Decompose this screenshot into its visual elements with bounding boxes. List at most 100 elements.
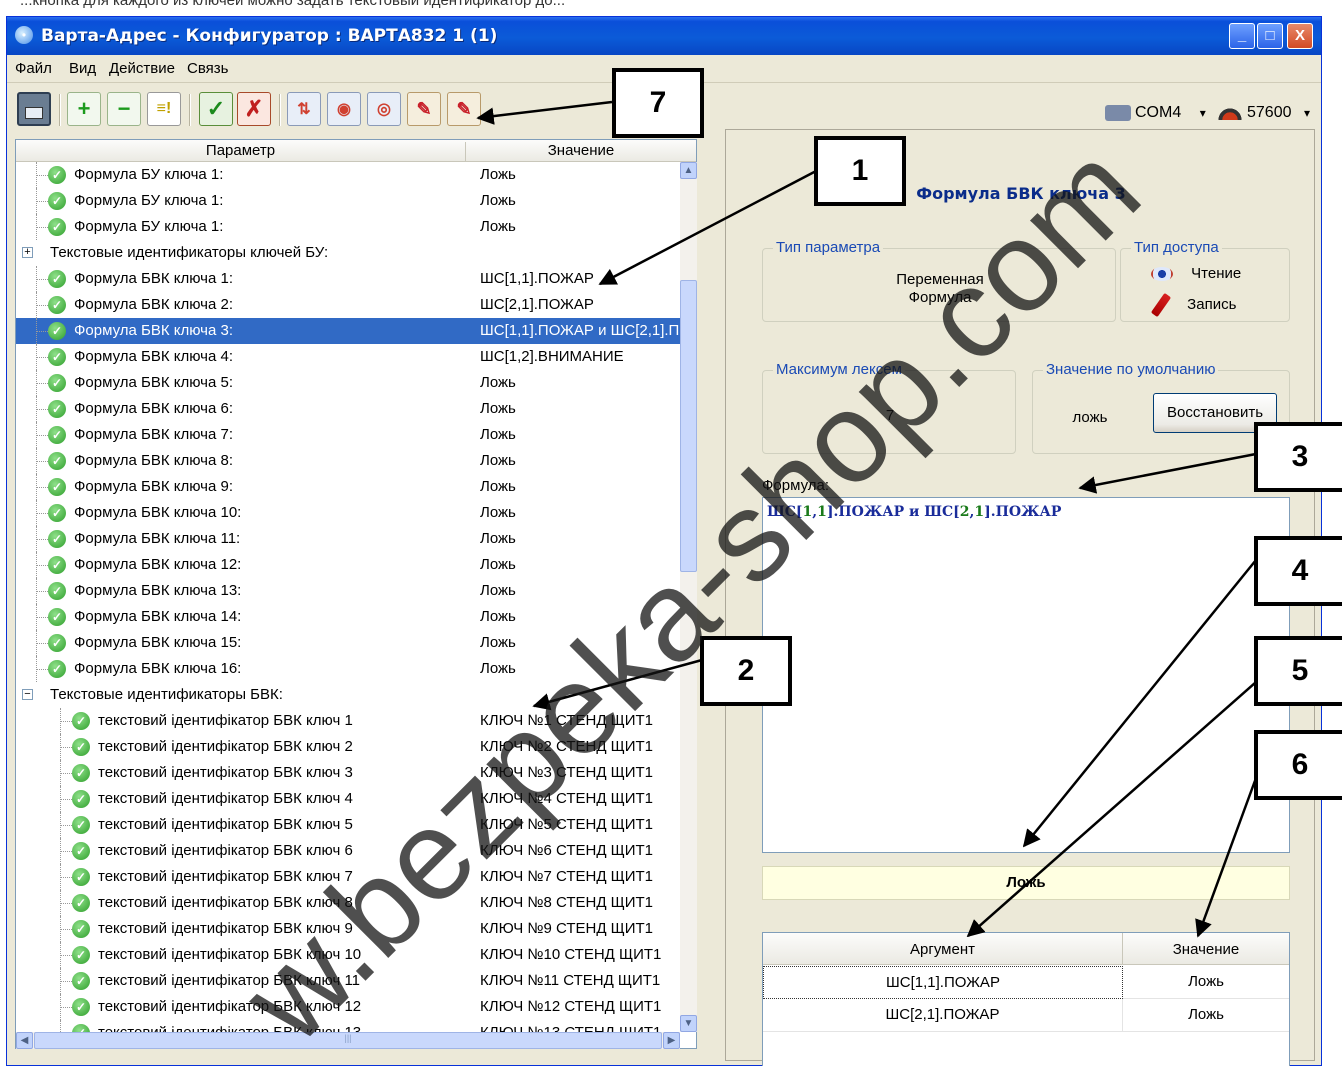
column-header-arg-value[interactable]: Значение xyxy=(1123,933,1289,965)
tree-row[interactable]: ✓ Формула БВК ключа 8: Ложь xyxy=(16,448,680,474)
tree-row[interactable]: ✓ Формула БВК ключа 9: Ложь xyxy=(16,474,680,500)
read-all-icon[interactable]: ⇅ xyxy=(287,92,321,126)
argument-value-cell[interactable]: Ложь xyxy=(1123,999,1289,1032)
tree-row[interactable]: ✓ Формула БВК ключа 11: Ложь xyxy=(16,526,680,552)
tree-row[interactable]: ✓ Формула БВК ключа 2: ШС[2,1].ПОЖАР xyxy=(16,292,680,318)
tree-group-node[interactable]: − Текстовые идентификаторы БВК: xyxy=(16,682,680,708)
minimize-button[interactable]: _ xyxy=(1229,23,1255,49)
tree-row-value[interactable]: КЛЮЧ №13 СТЕНД ЩИТ1 xyxy=(480,1024,661,1032)
tree-row[interactable]: ✓ Формула БУ ключа 1: Ложь xyxy=(16,214,680,240)
formula-editor[interactable]: ШС[1,1].ПОЖАР и ШС[2,1].ПОЖАР xyxy=(762,497,1290,853)
tree-group-node[interactable]: + Текстовые идентификаторы ключей БУ: xyxy=(16,240,680,266)
add-icon[interactable]: + xyxy=(67,92,101,126)
tree-row[interactable]: ✓ текстовий ідентифікатор БВК ключ 10 КЛЮЧ… xyxy=(16,942,680,968)
menu-file[interactable]: Файл xyxy=(15,60,52,77)
tree-row-value[interactable]: КЛЮЧ №4 СТЕНД ЩИТ1 xyxy=(480,790,653,807)
expand-icon[interactable]: + xyxy=(22,247,33,258)
scroll-thumb-horizontal[interactable]: ||| xyxy=(34,1032,662,1049)
com-port-selector[interactable]: COM4 ▾ xyxy=(1105,104,1206,122)
tree-row-value[interactable]: Ложь xyxy=(480,504,516,521)
tree-row-value[interactable]: Ложь xyxy=(480,582,516,599)
scroll-left-icon[interactable]: ◀ xyxy=(16,1032,33,1049)
tree-row[interactable]: ✓ Формула БВК ключа 4: ШС[1,2].ВНИМАНИЕ xyxy=(16,344,680,370)
tree-row[interactable]: ✓ Формула БВК ключа 13: Ложь xyxy=(16,578,680,604)
tree-row-value[interactable]: Ложь xyxy=(480,400,516,417)
menu-connection[interactable]: Связь xyxy=(187,60,228,77)
tree-row-value[interactable]: Ложь xyxy=(480,452,516,469)
scroll-right-icon[interactable]: ▶ xyxy=(663,1032,680,1049)
tree-row[interactable]: ✓ текстовий ідентифікатор БВК ключ 2 КЛЮЧ … xyxy=(16,734,680,760)
tree-row[interactable]: ✓ Формула БВК ключа 15: Ложь xyxy=(16,630,680,656)
tree-row[interactable]: ✓ текстовий ідентифікатор БВК ключ 1 КЛЮЧ … xyxy=(16,708,680,734)
close-button[interactable]: X xyxy=(1287,23,1313,49)
tree-row-value[interactable]: КЛЮЧ №10 СТЕНД ЩИТ1 xyxy=(480,946,661,963)
argument-value-cell[interactable]: Ложь xyxy=(1123,966,1289,999)
formula-text[interactable]: ШС[1,1].ПОЖАР и ШС[2,1].ПОЖАР xyxy=(767,504,1061,520)
chevron-down-icon[interactable]: ▾ xyxy=(1304,106,1310,120)
tree-row[interactable]: ✓ текстовий ідентифікатор БВК ключ 11 КЛЮЧ… xyxy=(16,968,680,994)
tree-row[interactable]: ✓ текстовий ідентифікатор БВК ключ 8 КЛЮЧ … xyxy=(16,890,680,916)
tree-row[interactable]: ✓ Формула БВК ключа 16: Ложь xyxy=(16,656,680,682)
argument-cell[interactable]: ШС[1,1].ПОЖАР xyxy=(763,966,1123,999)
tree-row-value[interactable]: КЛЮЧ №8 СТЕНД ЩИТ1 xyxy=(480,894,653,911)
read-device-icon[interactable]: ◉ xyxy=(327,92,361,126)
argument-cell[interactable]: ШС[2,1].ПОЖАР xyxy=(763,999,1123,1032)
tree-row[interactable]: ✓ Формула БВК ключа 3: ШС[1,1].ПОЖАР и ШС[… xyxy=(16,318,680,344)
vertical-scrollbar[interactable]: ▲ ▼ xyxy=(680,162,697,1032)
title-bar[interactable]: • Варта-Адрес - Конфигуратор : ВАРТА832 … xyxy=(7,17,1321,55)
tree-row-value[interactable]: КЛЮЧ №9 СТЕНД ЩИТ1 xyxy=(480,920,653,937)
tree-row[interactable]: ✓ текстовий ідентифікатор БВК ключ 13 КЛЮЧ… xyxy=(16,1020,680,1032)
tree-row[interactable]: ✓ Формула БУ ключа 1: Ложь xyxy=(16,162,680,188)
save-icon[interactable] xyxy=(17,92,51,126)
tree-row[interactable]: ✓ текстовий ідентифікатор БВК ключ 9 КЛЮЧ … xyxy=(16,916,680,942)
tree-row-value[interactable]: Ложь xyxy=(480,374,516,391)
tree-row-value[interactable]: КЛЮЧ №6 СТЕНД ЩИТ1 xyxy=(480,842,653,859)
tree-row[interactable]: ✓ текстовий ідентифікатор БВК ключ 4 КЛЮЧ … xyxy=(16,786,680,812)
collapse-icon[interactable]: − xyxy=(22,689,33,700)
column-header-value[interactable]: Значение xyxy=(466,142,696,159)
tree-row-value[interactable]: КЛЮЧ №11 СТЕНД ЩИТ1 xyxy=(480,972,660,989)
scroll-up-icon[interactable]: ▲ xyxy=(680,162,697,179)
tree-row-value[interactable]: Ложь xyxy=(480,192,516,209)
scroll-thumb[interactable] xyxy=(680,280,697,572)
tree-row-value[interactable]: КЛЮЧ №12 СТЕНД ЩИТ1 xyxy=(480,998,661,1015)
menu-action[interactable]: Действие xyxy=(109,60,175,77)
remove-icon[interactable]: − xyxy=(107,92,141,126)
tree-row-value[interactable]: ШС[2,1].ПОЖАР xyxy=(480,296,594,313)
baud-rate-selector[interactable]: 57600 ▾ xyxy=(1217,104,1310,122)
tree-row-value[interactable]: Ложь xyxy=(480,166,516,183)
write-selected-icon[interactable]: ✎ xyxy=(447,92,481,126)
tree-row[interactable]: ✓ Формула БВК ключа 14: Ложь xyxy=(16,604,680,630)
column-header-argument[interactable]: Аргумент xyxy=(763,933,1123,965)
tree-row-value[interactable]: ШС[1,1].ПОЖАР xyxy=(480,270,594,287)
read-selected-icon[interactable]: ◎ xyxy=(367,92,401,126)
tree-row-value[interactable]: Ложь xyxy=(480,634,516,651)
chevron-down-icon[interactable]: ▾ xyxy=(1200,106,1206,120)
tree-row-value[interactable]: Ложь xyxy=(480,608,516,625)
tree-row[interactable]: ✓ Формула БВК ключа 5: Ложь xyxy=(16,370,680,396)
list-icon[interactable]: ≡! xyxy=(147,92,181,126)
menu-view[interactable]: Вид xyxy=(69,60,96,77)
tree-row-value[interactable]: Ложь xyxy=(480,556,516,573)
tree-row[interactable]: ✓ текстовий ідентифікатор БВК ключ 7 КЛЮЧ … xyxy=(16,864,680,890)
tree-row[interactable]: ✓ Формула БВК ключа 7: Ложь xyxy=(16,422,680,448)
tree-row[interactable]: ✓ текстовий ідентифікатор БВК ключ 6 КЛЮЧ … xyxy=(16,838,680,864)
tree-row-value[interactable]: Ложь xyxy=(480,426,516,443)
tree-row-value[interactable]: КЛЮЧ №2 СТЕНД ЩИТ1 xyxy=(480,738,653,755)
tree-row[interactable]: ✓ Формула БУ ключа 1: Ложь xyxy=(16,188,680,214)
scroll-down-icon[interactable]: ▼ xyxy=(680,1015,697,1032)
tree-row[interactable]: ✓ Формула БВК ключа 6: Ложь xyxy=(16,396,680,422)
tree-row-value[interactable]: КЛЮЧ №7 СТЕНД ЩИТ1 xyxy=(480,868,653,885)
tree-row-value[interactable]: ШС[1,2].ВНИМАНИЕ xyxy=(480,348,624,365)
tree-row-value[interactable]: ШС[1,1].ПОЖАР и ШС[2,1].ПО... xyxy=(480,322,680,339)
column-header-parameter[interactable]: Параметр xyxy=(16,142,466,162)
tree-row-value[interactable]: Ложь xyxy=(480,530,516,547)
tree-row[interactable]: ✓ Формула БВК ключа 12: Ложь xyxy=(16,552,680,578)
tree-row-value[interactable]: Ложь xyxy=(480,478,516,495)
tree-row[interactable]: ✓ Формула БВК ключа 10: Ложь xyxy=(16,500,680,526)
tree-row-value[interactable]: КЛЮЧ №3 СТЕНД ЩИТ1 xyxy=(480,764,653,781)
tree-row[interactable]: ✓ текстовий ідентифікатор БВК ключ 3 КЛЮЧ … xyxy=(16,760,680,786)
tree-row-value[interactable]: КЛЮЧ №5 СТЕНД ЩИТ1 xyxy=(480,816,653,833)
tree-row-value[interactable]: Ложь xyxy=(480,660,516,677)
horizontal-scrollbar[interactable]: ◀ ||| ▶ xyxy=(16,1032,680,1049)
